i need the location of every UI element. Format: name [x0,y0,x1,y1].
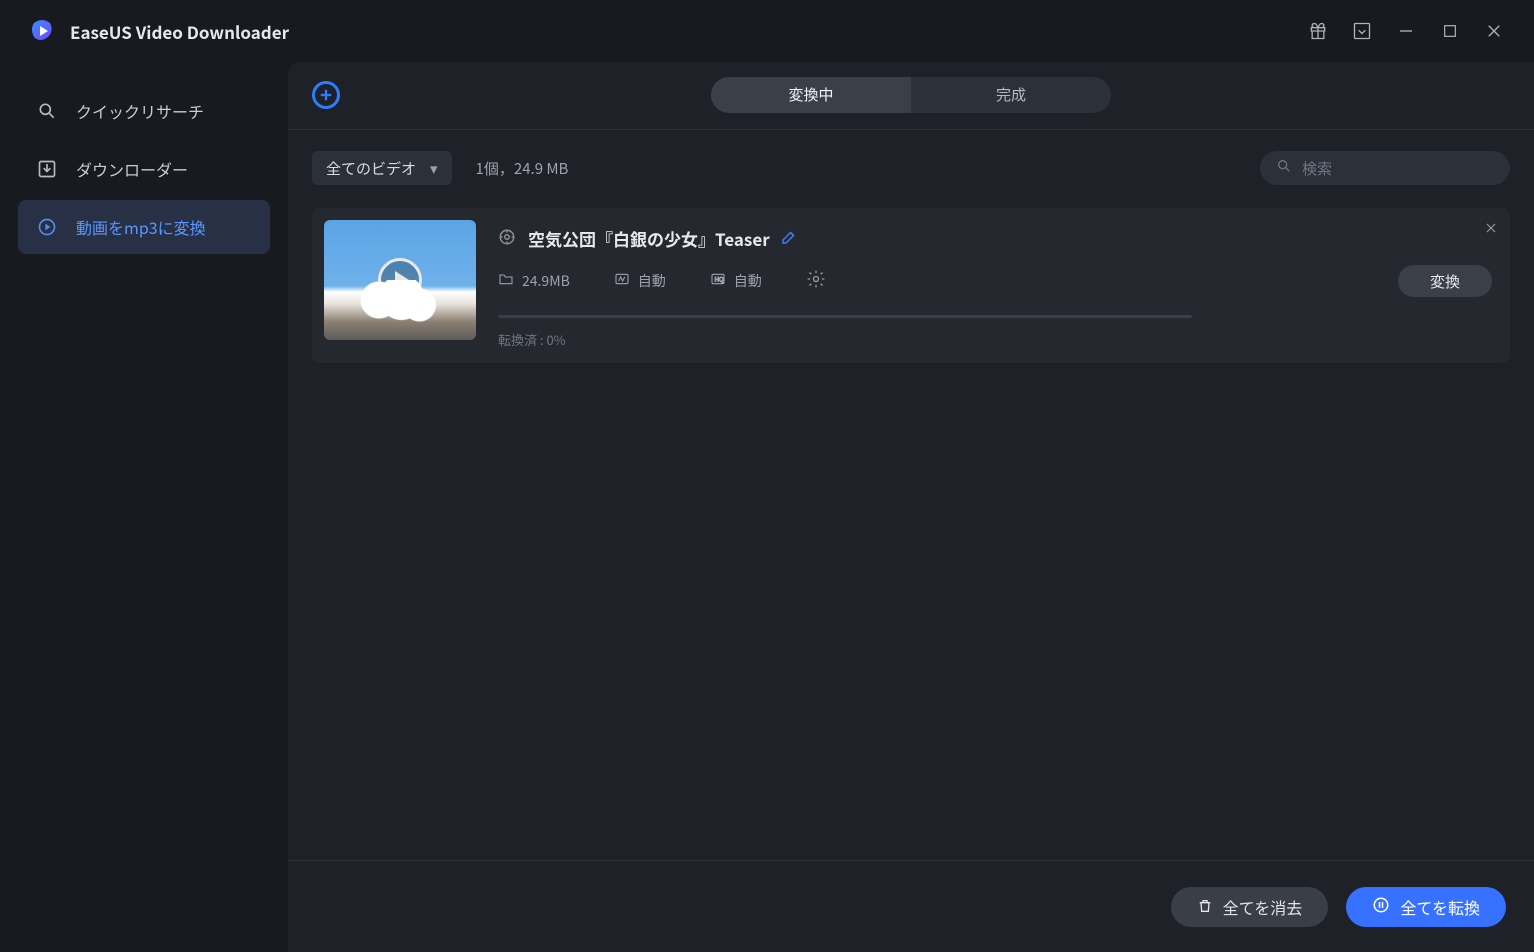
gear-icon[interactable] [806,269,826,294]
close-icon[interactable] [1472,9,1516,53]
meta-quality: 自動 [614,271,666,292]
maximize-icon[interactable] [1428,9,1472,53]
trash-icon [1197,895,1213,919]
pause-circle-icon [1372,895,1390,919]
convert-all-button[interactable]: 全てを転換 [1346,887,1506,927]
edit-icon[interactable] [780,226,798,251]
minimize-icon[interactable] [1384,9,1428,53]
search-input[interactable]: 検索 [1260,151,1510,185]
video-thumbnail[interactable] [324,220,476,340]
play-icon [378,258,422,302]
sidebar-item-video-to-mp3[interactable]: 動画をmp3に変換 [18,200,270,254]
main-panel: 変換中 完成 全てのビデオ ▾ 1個，24.9 MB 検索 [288,62,1534,952]
progress-bar [498,315,1192,318]
title-bar: EaseUS Video Downloader [0,0,1534,62]
meta-size: 24.9MB [498,271,570,292]
remove-item-icon[interactable] [1484,216,1498,240]
quality-icon [614,271,630,292]
search-icon [36,100,58,122]
sidebar-item-label: 動画をmp3に変換 [76,215,206,239]
sidebar-item-quick-research[interactable]: クイックリサーチ [18,84,270,138]
folder-icon [498,271,514,292]
format-icon: HQ [710,271,726,292]
download-icon [36,158,58,180]
video-type-icon [498,226,516,251]
app-logo-icon [28,17,56,45]
filter-dropdown[interactable]: 全てのビデオ ▾ [312,151,452,185]
chevron-down-icon: ▾ [430,158,438,179]
sidebar: クイックリサーチ ダウンローダー 動画をmp3に変換 [0,62,288,952]
summary-text: 1個，24.9 MB [476,158,569,179]
sidebar-item-label: ダウンローダー [76,157,188,181]
video-title: 空気公団『白銀の少女』Teaser [528,226,770,251]
meta-format: HQ 自動 [710,271,762,292]
search-placeholder: 検索 [1302,158,1332,179]
dropdown-icon[interactable] [1340,9,1384,53]
tab-converting[interactable]: 変換中 [711,77,911,113]
footer-bar: 全てを消去 全てを転換 [288,860,1534,952]
search-icon [1276,158,1292,179]
clear-all-button[interactable]: 全てを消去 [1171,887,1329,927]
video-item-card: 空気公団『白銀の少女』Teaser 24.9MB 自動 [312,208,1510,363]
sidebar-item-label: クイックリサーチ [76,99,204,123]
convert-icon [36,216,58,238]
filter-label: 全てのビデオ [326,158,416,179]
convert-button[interactable]: 変換 [1398,265,1492,297]
svg-text:HQ: HQ [714,277,723,283]
add-button[interactable] [312,81,340,109]
sidebar-item-downloader[interactable]: ダウンローダー [18,142,270,196]
tab-done[interactable]: 完成 [911,77,1111,113]
tab-segment: 変換中 完成 [711,77,1111,113]
app-title: EaseUS Video Downloader [70,19,289,44]
status-text: 転換済 : 0% [498,330,1492,349]
gift-icon[interactable] [1296,9,1340,53]
